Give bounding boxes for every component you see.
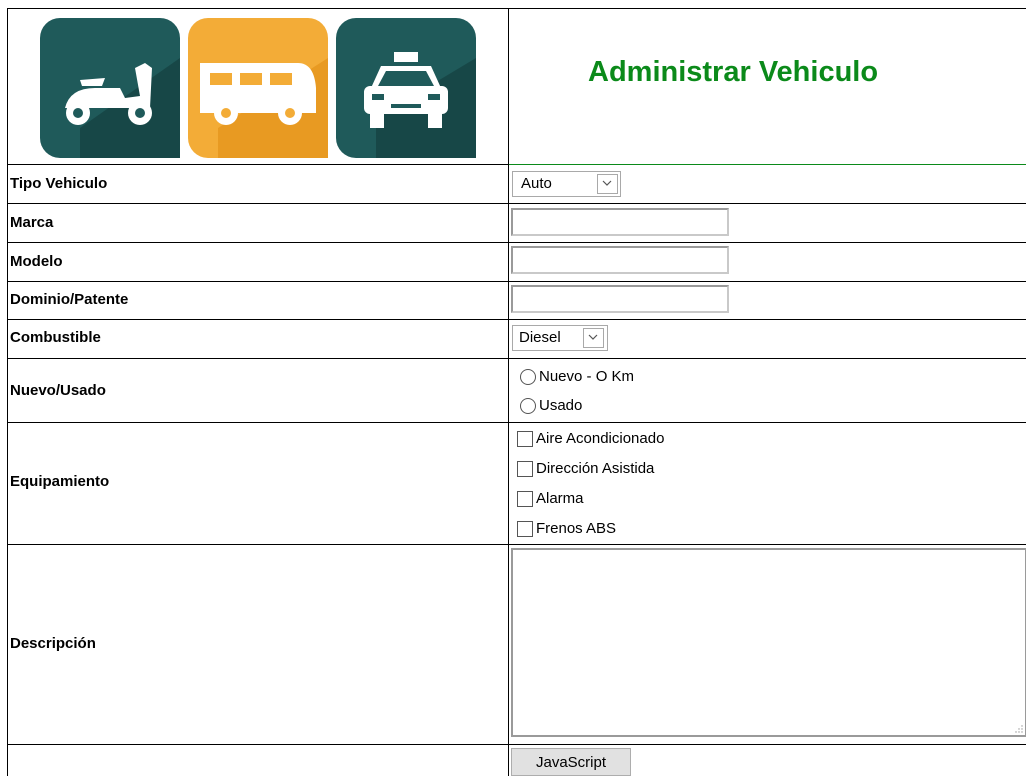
van-icon — [188, 18, 328, 158]
checkbox[interactable] — [517, 520, 533, 537]
checkbox-aire-label: Aire Acondicionado — [536, 430, 665, 447]
scooter-icon — [40, 18, 180, 158]
checkbox-alarma[interactable]: Alarma — [517, 490, 584, 507]
row-divider — [7, 544, 1026, 545]
checkbox[interactable] — [517, 430, 533, 447]
checkbox-frenos[interactable]: Frenos ABS — [517, 520, 616, 537]
table-border-top — [7, 8, 1026, 9]
radio-button[interactable] — [520, 397, 536, 414]
row-divider — [7, 203, 1026, 204]
chevron-down-icon — [583, 328, 604, 348]
radio-button[interactable] — [520, 368, 536, 385]
table-column-divider — [508, 8, 509, 776]
row-divider — [7, 242, 1026, 243]
row-divider — [7, 422, 1026, 423]
tipo-vehiculo-select[interactable]: Auto — [512, 171, 621, 197]
combustible-value: Diesel — [519, 329, 561, 346]
combustible-label: Combustible — [10, 329, 101, 346]
radio-usado-label: Usado — [539, 397, 583, 414]
row-divider — [509, 164, 1026, 165]
descripcion-textarea[interactable] — [511, 548, 1026, 737]
radio-nuevo[interactable]: Nuevo - O Km — [520, 368, 634, 385]
nuevo-usado-label: Nuevo/Usado — [10, 382, 106, 399]
page-title: Administrar Vehiculo — [588, 56, 879, 88]
combustible-select[interactable]: Diesel — [512, 325, 608, 351]
radio-nuevo-label: Nuevo - O Km — [539, 368, 635, 385]
tipo-vehiculo-value: Auto — [521, 175, 552, 192]
checkbox-alarma-label: Alarma — [536, 490, 584, 507]
dominio-input[interactable] — [511, 285, 729, 313]
checkbox-direccion[interactable]: Dirección Asistida — [517, 460, 654, 477]
checkbox-direccion-label: Dirección Asistida — [536, 460, 655, 477]
equipamiento-label: Equipamiento — [10, 473, 110, 490]
table-border-left — [7, 8, 8, 776]
modelo-input[interactable] — [511, 246, 729, 274]
descripcion-label: Descripción — [10, 635, 96, 652]
tipo-vehiculo-label: Tipo Vehiculo — [10, 175, 108, 192]
modelo-label: Modelo — [10, 253, 63, 270]
checkbox[interactable] — [517, 460, 533, 477]
row-divider — [7, 319, 1026, 320]
chevron-down-icon — [597, 174, 618, 194]
checkbox[interactable] — [517, 490, 533, 507]
checkbox-frenos-label: Frenos ABS — [536, 520, 617, 537]
marca-label: Marca — [10, 214, 54, 231]
row-divider — [7, 164, 509, 165]
dominio-label: Dominio/Patente — [10, 291, 129, 308]
row-divider — [7, 281, 1026, 282]
marca-input[interactable] — [511, 208, 729, 236]
row-divider — [7, 744, 1026, 745]
radio-usado[interactable]: Usado — [520, 397, 582, 414]
taxi-icon — [336, 18, 476, 158]
checkbox-aire[interactable]: Aire Acondicionado — [517, 430, 664, 447]
resize-grip-icon[interactable] — [1015, 725, 1023, 733]
row-divider — [7, 358, 1026, 359]
javascript-button[interactable]: JavaScript — [511, 748, 631, 776]
